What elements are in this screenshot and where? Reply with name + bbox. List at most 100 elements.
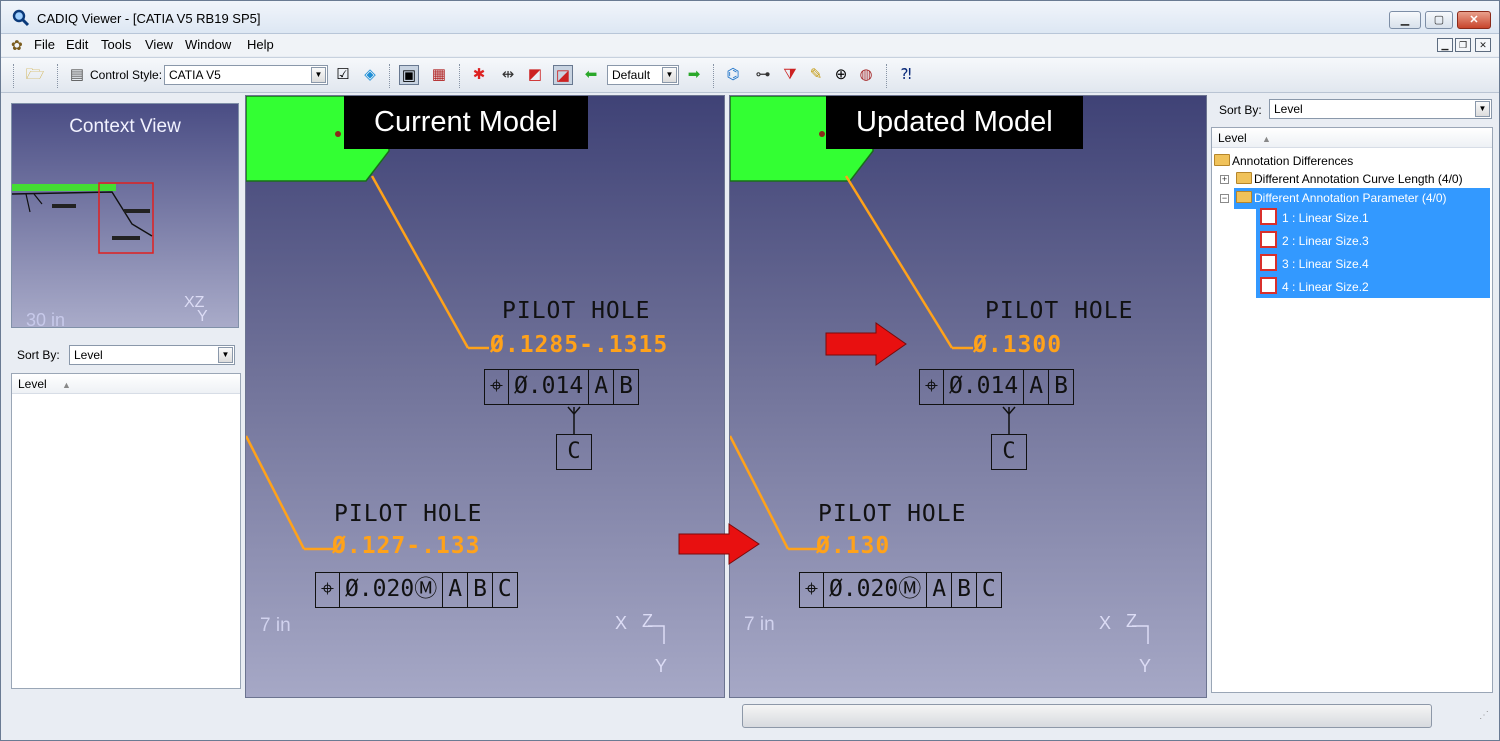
lower-feature-control-frame[interactable]: ⌖ Ø.020Ⓜ A B C xyxy=(315,572,518,608)
left-sort-by-value: Level xyxy=(74,348,103,362)
compare-active-icon[interactable]: ◪ xyxy=(553,65,573,85)
left-tree-header[interactable]: Level ▲ xyxy=(12,374,240,394)
cube-icon[interactable]: ◈ xyxy=(360,65,380,85)
position-symbol-icon: ⌖ xyxy=(920,370,944,404)
position-symbol-icon: ⌖ xyxy=(316,573,340,607)
crosshair-icon[interactable]: ⊕ xyxy=(831,65,851,85)
menu-edit[interactable]: Edit xyxy=(66,37,88,52)
position-symbol-icon: ⌖ xyxy=(800,573,824,607)
upper-dimension-value[interactable]: Ø.1300 xyxy=(973,332,1062,358)
mdi-minimize-button[interactable]: ▁ xyxy=(1437,38,1453,52)
toolbar-grip[interactable] xyxy=(886,64,889,88)
chevron-down-icon[interactable]: ▼ xyxy=(1475,101,1490,117)
left-sort-by-select[interactable]: Level ▼ xyxy=(69,345,235,365)
item-checkbox[interactable] xyxy=(1260,208,1277,225)
tree-root-label: Annotation Differences xyxy=(1232,154,1354,168)
expand-icon[interactable]: + xyxy=(1220,175,1229,184)
context-view-title: Context View xyxy=(69,116,181,137)
right-sort-by-value: Level xyxy=(1274,102,1303,116)
viewport-scale-label: 7 in xyxy=(260,615,291,636)
help-pointer-icon[interactable]: ⁈ xyxy=(896,65,916,85)
view-select[interactable]: Default ▼ xyxy=(607,65,679,85)
upper-feature-control-frame[interactable]: ⌖ Ø.014 A B xyxy=(484,369,639,405)
menu-tools[interactable]: Tools xyxy=(101,37,131,52)
resize-grip-icon[interactable]: ⋰ xyxy=(1479,710,1493,724)
split-view-icon[interactable]: ⇹ xyxy=(498,65,518,85)
axis-z-label: Z xyxy=(642,611,653,631)
lower-dimension-value[interactable]: Ø.130 xyxy=(816,533,890,559)
open-folder-icon[interactable]: 🗁 xyxy=(25,65,45,85)
right-panel: Sort By: Level ▼ Level ▲ Annotation Diff… xyxy=(1209,95,1493,693)
datum-c-symbol: C xyxy=(991,434,1027,470)
chevron-down-icon[interactable]: ▼ xyxy=(218,347,233,363)
folder-icon xyxy=(1236,191,1252,203)
tree-item[interactable]: 3 : Linear Size.4 xyxy=(1282,257,1369,271)
tree-group-parameter[interactable]: Different Annotation Parameter (4/0) xyxy=(1236,191,1447,205)
toolbar-grip[interactable] xyxy=(13,64,16,88)
sort-ascending-icon: ▲ xyxy=(1262,134,1271,144)
close-button[interactable]: ✕ xyxy=(1457,11,1491,29)
globe-icon[interactable]: ◍ xyxy=(856,65,876,85)
hierarchy-icon[interactable]: ⊶ xyxy=(753,65,773,85)
lower-feature-control-frame[interactable]: ⌖ Ø.020Ⓜ A B C xyxy=(799,572,1002,608)
left-sort-by-label: Sort By: xyxy=(17,348,60,362)
context-view[interactable]: Context View 30 in XZ Y xyxy=(11,103,239,330)
mdi-restore-button[interactable]: ❐ xyxy=(1455,38,1471,52)
left-tree[interactable]: Level ▲ xyxy=(11,373,241,689)
tree-item[interactable]: 4 : Linear Size.2 xyxy=(1282,280,1369,294)
tree-root[interactable]: Annotation Differences xyxy=(1214,154,1353,168)
toolbar-grip[interactable] xyxy=(459,64,462,88)
toolbar-grip[interactable] xyxy=(57,64,60,88)
left-panel: Context View 30 in XZ Y Sort By: Level ▼ xyxy=(9,95,243,691)
lower-dimension-value[interactable]: Ø.127-.133 xyxy=(332,533,480,559)
menu-view[interactable]: View xyxy=(145,37,173,52)
differences-tree-header[interactable]: Level ▲ xyxy=(1212,128,1492,148)
chevron-down-icon[interactable]: ▼ xyxy=(311,67,326,83)
item-checkbox[interactable] xyxy=(1260,254,1277,271)
right-sort-by-select[interactable]: Level ▼ xyxy=(1269,99,1492,119)
upper-feature-control-frame[interactable]: ⌖ Ø.014 A B xyxy=(919,369,1074,405)
maximize-button[interactable]: ▢ xyxy=(1425,11,1453,29)
datum-c-cell: C xyxy=(497,576,512,602)
pdf-report-icon[interactable]: ▦ xyxy=(429,65,449,85)
differences-tree[interactable]: Level ▲ Annotation Differences + Differe… xyxy=(1211,127,1493,693)
tree-group-label: Different Annotation Curve Length (4/0) xyxy=(1254,172,1463,186)
toolbar-grip[interactable] xyxy=(389,64,392,88)
compare-icon[interactable]: ◩ xyxy=(525,65,545,85)
menu-window[interactable]: Window xyxy=(185,37,231,52)
tree-search-icon[interactable]: ⌬ xyxy=(723,65,743,85)
tree-item[interactable]: 2 : Linear Size.3 xyxy=(1282,234,1369,248)
pencil-icon[interactable]: ✎ xyxy=(806,65,826,85)
minimize-button[interactable]: ▁ xyxy=(1389,11,1421,29)
menu-help[interactable]: Help xyxy=(247,37,274,52)
datum-c-cell: C xyxy=(981,576,996,602)
highlight-icon[interactable]: ✱ xyxy=(469,65,489,85)
filter-icon[interactable]: ⧩ xyxy=(780,65,800,85)
toolbar-grip[interactable] xyxy=(713,64,716,88)
control-style-select[interactable]: CATIA V5 ▼ xyxy=(164,65,328,85)
updated-model-viewport[interactable]: Updated Model PILOT HOLE Ø.1300 ⌖ Ø.014 … xyxy=(729,95,1207,698)
chevron-down-icon[interactable]: ▼ xyxy=(662,67,677,83)
collapse-icon[interactable]: − xyxy=(1220,194,1229,203)
menu-file[interactable]: File xyxy=(34,37,55,52)
checkmark-icon[interactable]: ☑ xyxy=(333,65,353,85)
updated-model-label: Updated Model xyxy=(826,96,1083,149)
tree-group-curve-length[interactable]: Different Annotation Curve Length (4/0) xyxy=(1236,172,1463,186)
tree-item[interactable]: 1 : Linear Size.1 xyxy=(1282,211,1369,225)
document-icon: ▤ xyxy=(69,66,85,83)
item-checkbox[interactable] xyxy=(1260,231,1277,248)
print-report-icon[interactable]: ▣ xyxy=(399,65,419,85)
item-checkbox[interactable] xyxy=(1260,277,1277,294)
axis-y-label: Y xyxy=(655,656,668,676)
current-model-viewport[interactable]: Current Model PILOT HOLE Ø.1285-.1315 ⌖ … xyxy=(245,95,725,698)
upper-dimension-value[interactable]: Ø.1285-.1315 xyxy=(490,332,668,358)
mdi-close-button[interactable]: ✕ xyxy=(1475,38,1491,52)
tolerance-cell: Ø.014 xyxy=(944,370,1025,404)
axis-x-label: X xyxy=(1099,613,1112,633)
status-bar: ⋰ xyxy=(1,698,1499,740)
window-title: CADIQ Viewer - [CATIA V5 RB19 SP5] xyxy=(37,11,261,26)
gear-icon[interactable]: ✿ xyxy=(11,37,23,54)
arrow-right-icon[interactable]: ➡ xyxy=(684,65,704,85)
folder-icon xyxy=(1236,172,1252,184)
arrow-left-icon[interactable]: ⬅ xyxy=(581,65,601,85)
